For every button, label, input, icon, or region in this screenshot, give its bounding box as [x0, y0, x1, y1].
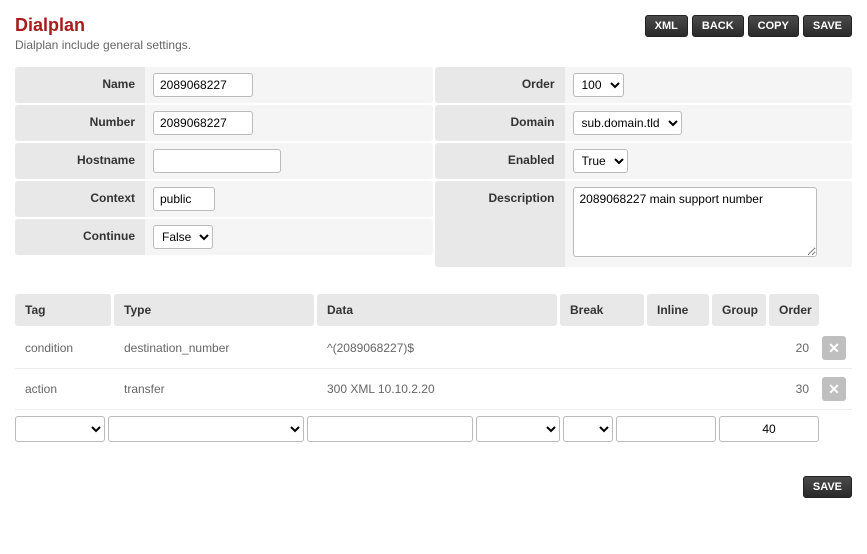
description-label: Description	[435, 181, 565, 267]
col-type: Type	[114, 294, 314, 326]
table-row: condition destination_number ^(208906822…	[15, 328, 852, 369]
back-button[interactable]: BACK	[692, 15, 744, 37]
enabled-select[interactable]: True	[573, 149, 628, 173]
close-icon: ✕	[828, 340, 840, 357]
new-type-select[interactable]	[108, 416, 304, 442]
page-subtitle: Dialplan include general settings.	[15, 38, 191, 52]
cell-tag: action	[15, 382, 111, 396]
new-tag-select[interactable]	[15, 416, 105, 442]
col-tag: Tag	[15, 294, 111, 326]
number-input[interactable]	[153, 111, 253, 135]
new-break-select[interactable]	[476, 416, 560, 442]
description-textarea[interactable]	[573, 187, 817, 257]
xml-button[interactable]: XML	[645, 15, 688, 37]
hostname-input[interactable]	[153, 149, 281, 173]
copy-button[interactable]: COPY	[748, 15, 799, 37]
new-order-input[interactable]	[719, 416, 819, 442]
table-row: action transfer 300 XML 10.10.2.20 30 ✕	[15, 369, 852, 410]
col-actions	[822, 294, 852, 326]
col-data: Data	[317, 294, 557, 326]
cell-type: destination_number	[114, 341, 314, 355]
context-label: Context	[15, 181, 145, 217]
new-data-input[interactable]	[307, 416, 473, 442]
col-order: Order	[769, 294, 819, 326]
page-title: Dialplan	[15, 15, 191, 36]
domain-select[interactable]: sub.domain.tld	[573, 111, 682, 135]
continue-label: Continue	[15, 219, 145, 255]
cell-type: transfer	[114, 382, 314, 396]
col-group: Group	[712, 294, 766, 326]
domain-label: Domain	[435, 105, 565, 141]
cell-order: 30	[769, 382, 819, 396]
col-break: Break	[560, 294, 644, 326]
context-input[interactable]	[153, 187, 215, 211]
continue-select[interactable]: False	[153, 225, 213, 249]
order-label: Order	[435, 67, 565, 103]
new-row	[15, 410, 852, 448]
name-input[interactable]	[153, 73, 253, 97]
save-button[interactable]: SAVE	[803, 15, 852, 37]
order-select[interactable]: 100	[573, 73, 624, 97]
new-group-input[interactable]	[616, 416, 716, 442]
hostname-label: Hostname	[15, 143, 145, 179]
cell-tag: condition	[15, 341, 111, 355]
col-inline: Inline	[647, 294, 709, 326]
close-icon: ✕	[828, 381, 840, 398]
name-label: Name	[15, 67, 145, 103]
new-inline-select[interactable]	[563, 416, 613, 442]
delete-button[interactable]: ✕	[822, 336, 846, 360]
save-button-footer[interactable]: SAVE	[803, 476, 852, 498]
number-label: Number	[15, 105, 145, 141]
cell-order: 20	[769, 341, 819, 355]
cell-data: 300 XML 10.10.2.20	[317, 382, 557, 396]
enabled-label: Enabled	[435, 143, 565, 179]
cell-data: ^(2089068227)$	[317, 341, 557, 355]
delete-button[interactable]: ✕	[822, 377, 846, 401]
